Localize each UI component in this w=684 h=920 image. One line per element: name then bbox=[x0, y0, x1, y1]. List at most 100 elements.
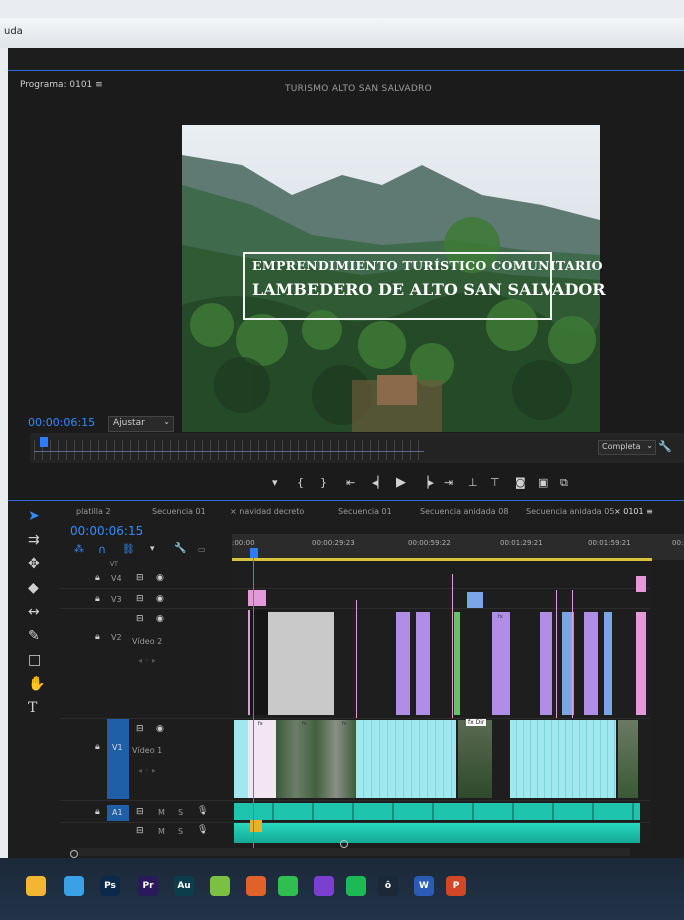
audio-clip[interactable] bbox=[234, 803, 640, 820]
clip[interactable] bbox=[510, 720, 616, 798]
linked-selection-icon[interactable]: ⛓ bbox=[122, 544, 135, 555]
sync-lock-icon[interactable]: ⊟ bbox=[136, 807, 144, 817]
clip[interactable] bbox=[584, 612, 598, 715]
timeline-playhead[interactable] bbox=[250, 548, 258, 558]
microphone-icon[interactable]: 🎙︎ bbox=[197, 806, 208, 816]
add-marker-icon[interactable]: ▾ bbox=[150, 544, 155, 554]
hand-app-icon[interactable] bbox=[246, 876, 266, 896]
track-label-a1[interactable]: A1 bbox=[112, 808, 123, 817]
step-back-icon[interactable]: ◂▏ bbox=[372, 476, 386, 489]
photos-icon[interactable] bbox=[64, 876, 84, 896]
clip[interactable] bbox=[467, 592, 483, 608]
tab-secuencia-anidada-08[interactable]: Secuencia anidada 08 bbox=[420, 507, 508, 516]
hand-tool-icon[interactable]: ✋ bbox=[28, 676, 45, 692]
audition-icon[interactable]: Au bbox=[174, 876, 194, 896]
ripple-edit-tool-icon[interactable]: ✥ bbox=[28, 556, 40, 572]
captions-icon[interactable]: ▭ bbox=[198, 545, 206, 554]
keyframe-nav-icon[interactable]: ◂ ◦ ▸ bbox=[138, 656, 156, 665]
lift-icon[interactable]: ⊥ bbox=[468, 476, 478, 489]
time-ruler[interactable] bbox=[232, 534, 684, 560]
sync-lock-icon[interactable]: ⊟ bbox=[136, 594, 144, 604]
rectangle-tool-icon[interactable]: □ bbox=[28, 652, 41, 668]
tab-0101[interactable]: × 0101 ≡ bbox=[614, 507, 653, 516]
word-icon[interactable]: W bbox=[414, 876, 434, 896]
purple-app-icon[interactable] bbox=[314, 876, 334, 896]
type-tool-icon[interactable]: T bbox=[28, 700, 37, 716]
eye-icon[interactable]: ◉ bbox=[156, 594, 164, 604]
clip[interactable] bbox=[248, 590, 266, 606]
zoom-handle[interactable] bbox=[340, 840, 348, 848]
lock-icon[interactable]: 🔒︎ bbox=[95, 742, 100, 752]
razor-tool-icon[interactable]: ◆ bbox=[28, 580, 39, 596]
mute-button[interactable]: M bbox=[158, 827, 165, 836]
snap-icon[interactable]: ∩ bbox=[98, 543, 106, 556]
mute-button[interactable]: M bbox=[158, 808, 165, 817]
track-label-v3[interactable]: V3 bbox=[111, 595, 122, 604]
clip[interactable] bbox=[454, 612, 460, 715]
zoom-handle[interactable] bbox=[70, 850, 78, 858]
go-to-in-icon[interactable]: ⇤ bbox=[346, 476, 355, 489]
nest-toggle-icon[interactable]: ⁂ bbox=[74, 544, 84, 555]
clip[interactable] bbox=[268, 612, 334, 715]
clip[interactable] bbox=[234, 720, 248, 798]
close-icon[interactable]: × bbox=[614, 507, 623, 516]
track-select-tool-icon[interactable]: ⇉ bbox=[28, 532, 40, 548]
audio-clip[interactable] bbox=[234, 823, 640, 843]
sync-lock-icon[interactable]: ⊟ bbox=[136, 826, 144, 836]
tab-secuencia-anidada-05[interactable]: Secuencia anidada 05 bbox=[526, 507, 614, 516]
tab-navidad-decreto[interactable]: × navidad decreto bbox=[230, 507, 304, 516]
spotify-icon[interactable] bbox=[346, 876, 366, 896]
powerpoint-icon[interactable]: P bbox=[446, 876, 466, 896]
fit-zoom-select[interactable]: Ajustar ⌄ bbox=[108, 416, 174, 432]
clip[interactable] bbox=[356, 720, 456, 798]
selection-tool-icon[interactable]: ➤ bbox=[28, 508, 40, 524]
extract-icon[interactable]: ⊤ bbox=[490, 476, 500, 489]
wrench-icon[interactable]: 🔧 bbox=[174, 543, 186, 554]
slip-tool-icon[interactable]: ↔ bbox=[28, 604, 40, 620]
sync-lock-icon[interactable]: ⊟ bbox=[136, 573, 144, 583]
keyframe-nav-icon[interactable]: ◂ ◦ ▸ bbox=[138, 766, 156, 775]
lock-icon[interactable]: 🔒︎ bbox=[95, 594, 100, 604]
lock-icon[interactable]: 🔒︎ bbox=[95, 573, 100, 583]
sync-lock-icon[interactable]: ⊟ bbox=[136, 614, 144, 624]
program-timecode[interactable]: 00:00:06:15 bbox=[28, 416, 95, 429]
step-forward-icon[interactable]: ▕▸ bbox=[420, 476, 434, 489]
camera-icon[interactable]: ◙ bbox=[515, 476, 526, 489]
microphone-icon[interactable]: 🎙︎ bbox=[197, 825, 208, 835]
clip[interactable] bbox=[604, 612, 612, 715]
mark-in-icon[interactable]: { bbox=[297, 476, 304, 489]
track-label-v2[interactable]: V2 bbox=[111, 633, 122, 642]
tab-platilla-2[interactable]: platilla 2 bbox=[76, 507, 111, 516]
sync-lock-icon[interactable]: ⊟ bbox=[136, 724, 144, 734]
lock-icon[interactable]: 🔒︎ bbox=[95, 807, 100, 817]
eye-icon[interactable]: ◉ bbox=[156, 724, 164, 734]
android-icon[interactable] bbox=[210, 876, 230, 896]
clip[interactable] bbox=[636, 576, 646, 592]
eye-icon[interactable]: ◉ bbox=[156, 614, 164, 624]
button-editor-icon[interactable]: ⧉ bbox=[560, 476, 568, 490]
menu-item-ayuda[interactable]: uda bbox=[4, 26, 23, 37]
track-label-v1[interactable]: V1 bbox=[112, 743, 123, 752]
close-icon[interactable]: × bbox=[230, 507, 239, 516]
eye-icon[interactable]: ◉ bbox=[156, 573, 164, 583]
white-app-icon[interactable]: ô bbox=[378, 876, 398, 896]
program-monitor-tab[interactable]: Programa: 0101 ≡ bbox=[20, 80, 103, 90]
clip[interactable] bbox=[492, 612, 510, 715]
go-to-out-icon[interactable]: ⇥ bbox=[444, 476, 453, 489]
pen-tool-icon[interactable]: ✎ bbox=[28, 628, 40, 644]
clip[interactable] bbox=[396, 612, 410, 715]
clip[interactable] bbox=[458, 720, 492, 798]
solo-button[interactable]: S bbox=[178, 808, 183, 817]
mark-out-icon[interactable]: } bbox=[320, 476, 327, 489]
photoshop-icon[interactable]: Ps bbox=[100, 876, 120, 896]
lock-icon[interactable]: 🔒︎ bbox=[95, 632, 100, 642]
work-area-bar[interactable] bbox=[232, 558, 652, 561]
menu-icon[interactable]: ≡ bbox=[644, 507, 653, 516]
clip[interactable] bbox=[540, 612, 552, 715]
add-marker-icon[interactable]: ▾ bbox=[272, 476, 278, 489]
solo-button[interactable]: S bbox=[178, 827, 183, 836]
track-label-v4[interactable]: V4 bbox=[111, 574, 122, 583]
tab-secuencia-01[interactable]: Secuencia 01 bbox=[152, 507, 206, 516]
play-icon[interactable]: ▶ bbox=[396, 475, 406, 490]
comparison-view-icon[interactable]: ▣ bbox=[538, 476, 548, 489]
